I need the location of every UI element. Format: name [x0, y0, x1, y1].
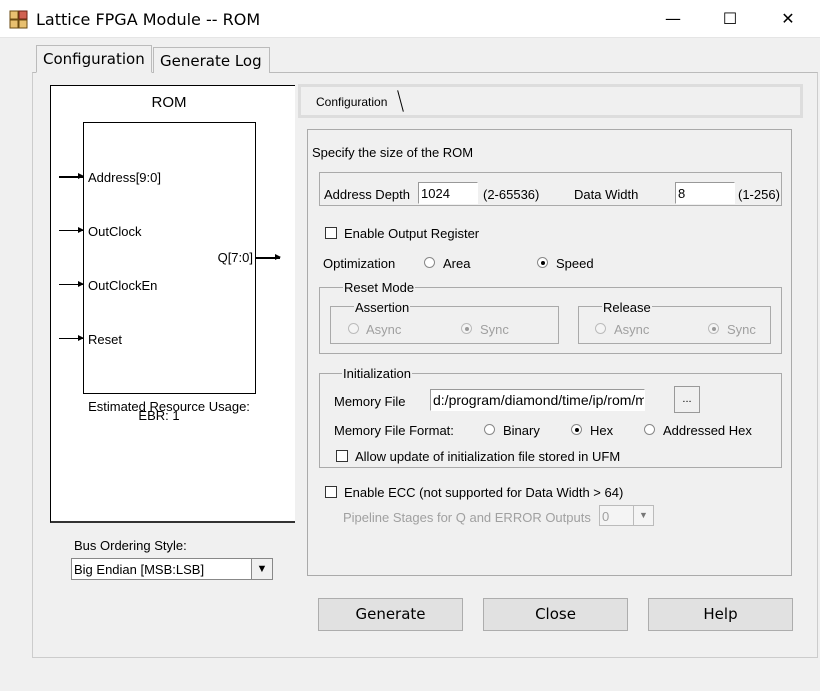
- config-subtab-strip: Configuration: [298, 84, 803, 118]
- help-button[interactable]: Help: [648, 598, 793, 631]
- memory-file-format-label: Memory File Format:: [334, 423, 454, 438]
- assertion-async-radio[interactable]: [348, 323, 359, 334]
- rom-block: Address[9:0] OutClock OutClockEn Reset Q…: [83, 122, 256, 394]
- data-width-range: (1-256): [738, 187, 780, 202]
- data-width-input[interactable]: [675, 182, 735, 204]
- optimization-speed-label: Speed: [556, 256, 594, 271]
- format-hex-label: Hex: [590, 423, 614, 438]
- module-diagram: ROM Address[9:0] OutClock OutClockEn Res…: [50, 85, 295, 523]
- bus-ordering-select[interactable]: Big Endian [MSB:LSB] ▼: [71, 558, 273, 580]
- pipeline-stages-label: Pipeline Stages for Q and ERROR Outputs: [343, 510, 591, 525]
- tab-configuration[interactable]: Configuration: [36, 45, 152, 73]
- assertion-sync-radio[interactable]: [461, 323, 472, 334]
- format-addressed-hex-radio[interactable]: [644, 424, 655, 435]
- address-depth-input[interactable]: [418, 182, 478, 204]
- bus-arrow-icon: [256, 254, 281, 260]
- optimization-area-radio[interactable]: [424, 257, 435, 268]
- release-sync-label: Sync: [727, 322, 756, 337]
- size-group: Address Depth (2-65536) Data Width (1-25…: [319, 172, 782, 206]
- resource-usage-ebr: EBR: 1: [138, 408, 180, 423]
- pin-outclocken: OutClockEn: [88, 278, 158, 293]
- bus-arrow-icon: [59, 173, 84, 179]
- title-bar: Lattice FPGA Module -- ROM — ☐ ✕: [0, 0, 820, 38]
- address-depth-range: (2-65536): [483, 187, 540, 202]
- release-sync-radio[interactable]: [708, 323, 719, 334]
- format-addressed-hex-label: Addressed Hex: [663, 423, 752, 438]
- assertion-group: Assertion Async Sync: [330, 300, 559, 344]
- assertion-async-label: Async: [366, 322, 402, 337]
- arrow-icon: [59, 227, 84, 233]
- allow-update-ufm-checkbox[interactable]: [336, 450, 348, 462]
- initialization-group: Initialization Memory File ... Memory Fi…: [319, 366, 782, 468]
- enable-output-register-checkbox[interactable]: [325, 227, 337, 239]
- generate-button[interactable]: Generate: [318, 598, 463, 631]
- subtab-configuration[interactable]: Configuration: [316, 95, 387, 109]
- optimization-speed-radio[interactable]: [537, 257, 548, 268]
- chevron-down-icon[interactable]: ▼: [251, 559, 272, 579]
- chevron-down-icon[interactable]: ▼: [633, 506, 653, 525]
- bus-ordering-value: Big Endian [MSB:LSB]: [74, 562, 205, 577]
- minimize-button[interactable]: —: [661, 8, 685, 30]
- pin-outclock: OutClock: [88, 224, 142, 239]
- arrow-icon: [59, 335, 84, 341]
- tab-generate-log[interactable]: Generate Log: [153, 47, 270, 73]
- enable-ecc-label: Enable ECC (not supported for Data Width…: [344, 485, 624, 500]
- enable-ecc-checkbox[interactable]: [325, 486, 337, 498]
- initialization-label: Initialization: [342, 366, 412, 381]
- pin-reset: Reset: [88, 332, 122, 347]
- pin-q: Q[7:0]: [217, 250, 253, 265]
- address-depth-label: Address Depth: [324, 187, 410, 202]
- config-panel: Specify the size of the ROM Address Dept…: [307, 129, 792, 576]
- assertion-label: Assertion: [354, 300, 411, 315]
- reset-mode-label: Reset Mode: [343, 280, 416, 295]
- pipeline-stages-select[interactable]: 0 ▼: [599, 505, 654, 526]
- close-window-button[interactable]: ✕: [776, 8, 800, 30]
- size-heading: Specify the size of the ROM: [312, 145, 474, 160]
- release-label: Release: [602, 300, 652, 315]
- optimization-label: Optimization: [323, 256, 396, 271]
- format-binary-radio[interactable]: [484, 424, 495, 435]
- data-width-label: Data Width: [574, 187, 639, 202]
- release-async-label: Async: [614, 322, 650, 337]
- optimization-area-label: Area: [443, 256, 471, 271]
- arrow-icon: [59, 281, 84, 287]
- close-button[interactable]: Close: [483, 598, 628, 631]
- lattice-app-icon: [9, 10, 28, 29]
- format-hex-radio[interactable]: [571, 424, 582, 435]
- tab-divider: [397, 90, 404, 112]
- window-title: Lattice FPGA Module -- ROM: [36, 10, 261, 29]
- assertion-sync-label: Sync: [480, 322, 509, 337]
- maximize-button[interactable]: ☐: [718, 8, 742, 30]
- diagram-title: ROM: [151, 94, 187, 111]
- pin-address: Address[9:0]: [88, 170, 161, 185]
- release-async-radio[interactable]: [595, 323, 606, 334]
- bus-ordering-label: Bus Ordering Style:: [74, 538, 187, 553]
- format-binary-label: Binary: [503, 423, 540, 438]
- memory-file-label: Memory File: [334, 394, 406, 409]
- allow-update-ufm-label: Allow update of initialization file stor…: [355, 449, 621, 464]
- release-group: Release Async Sync: [578, 300, 771, 344]
- pipeline-stages-value: 0: [602, 509, 610, 524]
- reset-mode-group: Reset Mode Assertion Async Sync Release …: [319, 280, 782, 354]
- memory-file-input[interactable]: [430, 389, 645, 411]
- browse-button[interactable]: ...: [674, 386, 700, 413]
- enable-output-register-label: Enable Output Register: [344, 226, 480, 241]
